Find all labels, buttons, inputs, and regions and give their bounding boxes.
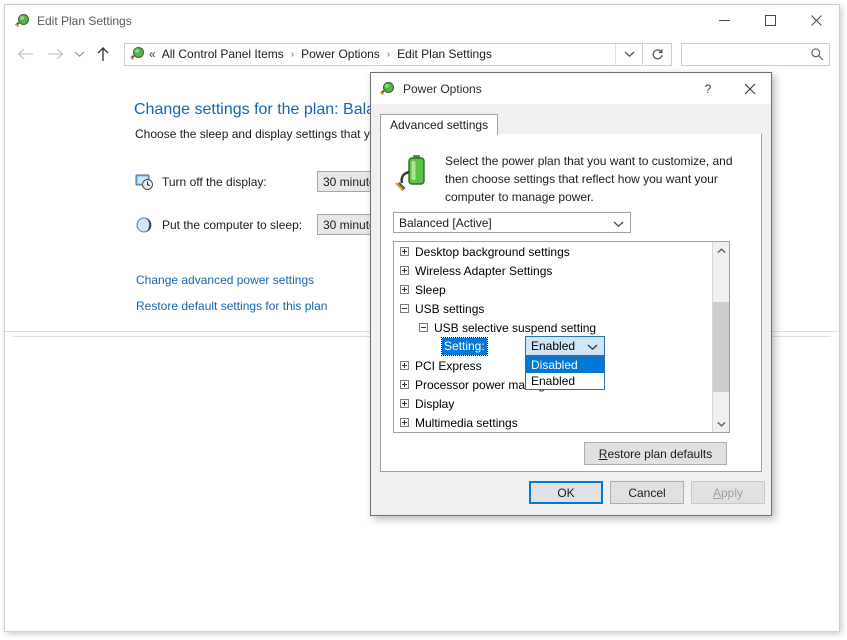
window-title: Edit Plan Settings: [37, 14, 132, 28]
usb-selective-suspend-value: Enabled: [531, 339, 575, 353]
apply-button[interactable]: Apply: [691, 481, 765, 504]
breadcrumb-edit-plan-settings[interactable]: Edit Plan Settings: [396, 47, 493, 61]
power-plug-icon: [379, 81, 395, 97]
up-icon[interactable]: [91, 42, 115, 66]
tree-item-label: Sleep: [415, 283, 446, 297]
window-controls: [701, 5, 839, 36]
expand-icon[interactable]: [400, 247, 409, 256]
maximize-button[interactable]: [747, 5, 793, 36]
page-title: Change settings for the plan: Balanced: [134, 101, 410, 119]
dialog-footer: OK Cancel Apply: [371, 472, 771, 515]
tab-advanced-settings[interactable]: Advanced settings: [380, 114, 498, 135]
back-icon[interactable]: [13, 42, 37, 66]
restore-rest-label: estore plan defaults: [607, 447, 712, 461]
expand-icon[interactable]: [400, 399, 409, 408]
power-plug-icon: [14, 13, 30, 29]
cancel-button[interactable]: Cancel: [610, 481, 684, 504]
advanced-settings-tree[interactable]: Desktop background settings Wireless Ada…: [393, 241, 730, 433]
tab-page-advanced-settings: Select the power plan that you want to c…: [380, 134, 762, 472]
dropdown-option-disabled[interactable]: Disabled: [526, 357, 604, 373]
search-icon[interactable]: [810, 47, 824, 64]
forward-icon[interactable]: [43, 42, 67, 66]
link-change-advanced-power-settings[interactable]: Change advanced power settings: [136, 273, 314, 287]
battery-plug-icon: [393, 150, 437, 194]
tree-row[interactable]: Wireless Adapter Settings: [394, 261, 712, 280]
usb-selective-suspend-dropdown-list[interactable]: Disabled Enabled: [525, 356, 605, 390]
restore-plan-defaults-label: Restore plan defaults: [599, 447, 712, 461]
tree-vertical-scrollbar[interactable]: [712, 242, 729, 432]
minimize-button[interactable]: [701, 5, 747, 36]
tree-item-label: USB settings: [415, 302, 484, 316]
moon-sleep-icon: [135, 216, 153, 234]
chevron-down-icon: [587, 340, 598, 354]
power-options-dialog: Power Options ? Advanced settings: [370, 72, 772, 516]
ok-button[interactable]: OK: [529, 481, 603, 504]
tree-item-label: Multimedia settings: [415, 416, 518, 430]
tree-item-label: Desktop background settings: [415, 245, 570, 259]
navigation-toolbar: « All Control Panel Items › Power Option…: [5, 36, 839, 72]
collapse-icon[interactable]: [400, 304, 409, 313]
scrollbar-thumb[interactable]: [713, 302, 729, 392]
breadcrumb-separator-icon: ›: [387, 49, 390, 60]
tree-row[interactable]: USB selective suspend setting: [394, 318, 712, 337]
restore-plan-defaults-button[interactable]: Restore plan defaults: [584, 442, 727, 465]
search-box[interactable]: [681, 43, 830, 66]
recent-locations-chevron-down-icon[interactable]: [70, 42, 88, 66]
tree-rows-container: Desktop background settings Wireless Ada…: [394, 242, 712, 432]
setting-row-turn-off-display: Turn off the display:: [135, 171, 267, 193]
link-restore-default-settings[interactable]: Restore default settings for this plan: [136, 299, 327, 313]
apply-label: Apply: [713, 486, 743, 500]
setting-label-turn-off-display: Turn off the display:: [162, 175, 267, 189]
expand-icon[interactable]: [400, 418, 409, 427]
tab-strip: Advanced settings: [380, 114, 762, 135]
apply-accel-char: A: [713, 486, 721, 500]
dialog-title: Power Options: [403, 82, 482, 96]
dialog-window-controls: ?: [687, 73, 771, 104]
tree-row[interactable]: USB settings: [394, 299, 712, 318]
dialog-description: Select the power plan that you want to c…: [445, 150, 747, 206]
dialog-body: Advanced settings Select the power plan …: [371, 104, 771, 515]
address-bar[interactable]: « All Control Panel Items › Power Option…: [124, 43, 643, 66]
dialog-titlebar: Power Options ?: [371, 73, 771, 104]
tree-row[interactable]: Multimedia settings: [394, 413, 712, 432]
window-titlebar: Edit Plan Settings: [5, 5, 839, 36]
power-plan-combo[interactable]: Balanced [Active]: [393, 212, 631, 233]
close-button[interactable]: [793, 5, 839, 36]
tree-item-label: Display: [415, 397, 454, 411]
breadcrumb-power-options[interactable]: Power Options: [300, 47, 381, 61]
apply-rest-label: pply: [721, 486, 743, 500]
setting-row-sleep: Put the computer to sleep:: [135, 214, 302, 236]
tree-row[interactable]: Sleep: [394, 280, 712, 299]
tree-item-label: USB selective suspend setting: [434, 321, 596, 335]
expand-icon[interactable]: [400, 285, 409, 294]
breadcrumb-all-control-panel-items[interactable]: All Control Panel Items: [161, 47, 285, 61]
dialog-description-block: Select the power plan that you want to c…: [393, 150, 747, 206]
scroll-up-icon[interactable]: [713, 242, 729, 259]
refresh-icon[interactable]: [644, 43, 672, 66]
expand-icon[interactable]: [400, 361, 409, 370]
tree-row[interactable]: Desktop background settings: [394, 242, 712, 261]
tree-item-label: PCI Express: [415, 359, 482, 373]
breadcrumb-separator-icon: ›: [291, 49, 294, 60]
chevron-down-icon: [613, 217, 624, 231]
tree-item-label: Wireless Adapter Settings: [415, 264, 552, 278]
collapse-icon[interactable]: [419, 323, 428, 332]
usb-selective-suspend-combo[interactable]: Enabled: [525, 336, 605, 356]
address-dropdown-chevron-down-icon[interactable]: [615, 44, 642, 65]
breadcrumb-overflow-icon[interactable]: «: [149, 47, 156, 61]
expand-icon[interactable]: [400, 266, 409, 275]
expand-icon[interactable]: [400, 380, 409, 389]
dialog-close-button[interactable]: [729, 73, 771, 104]
power-plan-selected-value: Balanced [Active]: [399, 216, 492, 230]
setting-field-label[interactable]: Setting:: [442, 338, 487, 355]
search-input[interactable]: [688, 46, 812, 62]
scroll-down-icon[interactable]: [713, 415, 729, 432]
display-clock-icon: [135, 173, 153, 191]
dropdown-option-enabled[interactable]: Enabled: [526, 373, 604, 389]
power-plug-icon: [129, 46, 145, 62]
tree-row[interactable]: Display: [394, 394, 712, 413]
help-button[interactable]: ?: [687, 73, 729, 104]
setting-label-sleep: Put the computer to sleep:: [162, 218, 302, 232]
